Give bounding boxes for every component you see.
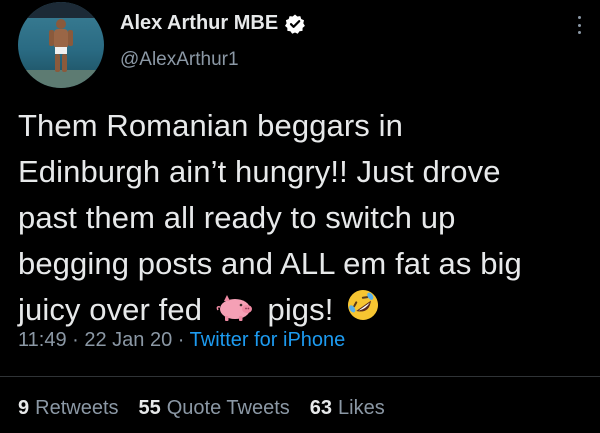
likes-count: 63 <box>309 397 333 419</box>
likes-stat[interactable]: 63 Likes <box>310 397 385 420</box>
avatar-image <box>18 2 104 88</box>
more-options-icon[interactable] <box>573 14 585 36</box>
tweet: Alex Arthur MBE @AlexArthur1 Them Romani… <box>0 0 600 433</box>
author-handle[interactable]: @AlexArthur1 <box>120 49 239 71</box>
separator: · <box>177 329 185 351</box>
tweet-text: Them Romanian beggars in Edinburgh ain’t… <box>18 103 588 335</box>
tweet-metadata: 11:49 · 22 Jan 20 · Twitter for iPhone <box>18 329 345 352</box>
likes-label: Likes <box>338 397 385 419</box>
tweet-stats: 9 Retweets 55 Quote Tweets 63 Likes <box>18 397 385 420</box>
tweet-line-part: juicy over fed <box>18 292 203 327</box>
tweet-time[interactable]: 11:49 <box>18 329 67 351</box>
tweet-line: past them all ready to switch up <box>18 200 456 235</box>
verified-badge-icon <box>284 13 306 35</box>
tweet-line: Them Romanian beggars in <box>18 108 403 143</box>
tweet-source-link[interactable]: Twitter for iPhone <box>190 329 346 351</box>
separator: · <box>72 329 79 351</box>
tweet-date[interactable]: 22 Jan 20 <box>84 329 172 351</box>
tweet-line: begging posts and ALL em fat as big <box>18 246 522 281</box>
quote-tweets-label: Quote Tweets <box>166 397 290 419</box>
quote-tweets-count: 55 <box>138 397 161 419</box>
author-display-name[interactable]: Alex Arthur MBE <box>120 12 278 35</box>
quote-tweets-stat[interactable]: 55 Quote Tweets <box>139 397 290 420</box>
rolling-on-floor-laughing-emoji-icon <box>346 288 380 335</box>
retweets-label: Retweets <box>35 397 119 419</box>
pig-emoji-icon <box>215 289 255 335</box>
retweets-count: 9 <box>18 397 30 419</box>
avatar[interactable] <box>18 2 104 88</box>
retweets-stat[interactable]: 9 Retweets <box>18 397 119 420</box>
tweet-line-part: pigs! <box>267 292 334 327</box>
author-name-row[interactable]: Alex Arthur MBE <box>120 12 306 35</box>
divider <box>0 376 600 377</box>
tweet-line: Edinburgh ain’t hungry!! Just drove <box>18 154 501 189</box>
